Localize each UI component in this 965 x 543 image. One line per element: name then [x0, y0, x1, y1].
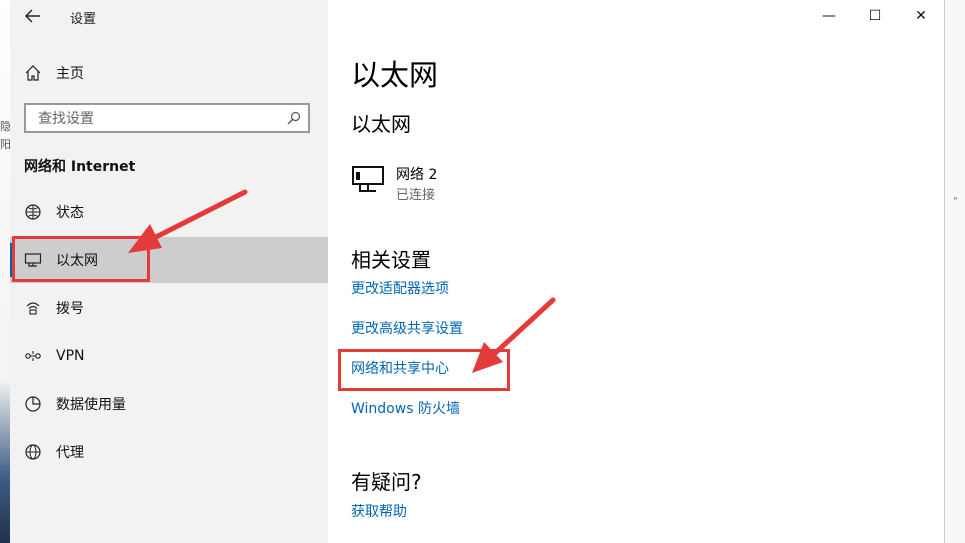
sidebar-item-label: 状态 [56, 205, 84, 221]
sidebar-item-label: 主页 [56, 66, 84, 82]
close-button[interactable]: ✕ [898, 0, 944, 32]
sidebar-item-label: 以太网 [56, 253, 98, 269]
network-status: 已连接 [396, 188, 436, 203]
link-network-sharing-center[interactable]: 网络和共享中心 [351, 358, 449, 378]
link-windows-firewall[interactable]: Windows 防火墙 [351, 398, 460, 418]
sidebar-item-dialup[interactable]: 拨号 [10, 285, 328, 331]
home-icon [25, 65, 41, 81]
section-subtitle: 以太网 [351, 112, 411, 136]
network-name[interactable]: 网络 2 [396, 164, 437, 184]
back-button[interactable] [20, 4, 46, 28]
sidebar-item-ethernet[interactable]: 以太网 [10, 237, 328, 283]
help-heading: 有疑问? [351, 470, 422, 494]
app-title: 设置 [70, 12, 97, 27]
minimize-icon: — [822, 8, 836, 24]
sidebar-item-home[interactable]: 主页 [10, 50, 328, 96]
settings-window: 设置 主页 网络和 Internet 状态 [10, 0, 944, 543]
sidebar-item-label: VPN [56, 348, 85, 364]
related-settings-heading: 相关设置 [351, 248, 431, 272]
search-box[interactable] [24, 103, 310, 133]
sidebar-item-label: 拨号 [56, 301, 84, 317]
dialup-icon [26, 302, 40, 315]
sidebar-item-proxy[interactable]: 代理 [10, 429, 328, 475]
ethernet-monitor-icon [24, 253, 42, 267]
proxy-globe-icon [25, 444, 41, 460]
vpn-icon [25, 351, 41, 361]
back-arrow-icon [25, 9, 40, 23]
link-advanced-sharing[interactable]: 更改高级共享设置 [351, 318, 463, 338]
sidebar-item-data-usage[interactable]: 数据使用量 [10, 381, 328, 427]
status-globe-icon [25, 204, 41, 220]
data-usage-icon [25, 396, 41, 412]
content-pane: — ☐ ✕ 以太网 以太网 网络 2 已连接 相关设置 更改适配器选项 更改高级… [328, 0, 944, 543]
close-icon: ✕ [915, 8, 927, 24]
desktop-background-left: 隐 阳 [0, 0, 11, 543]
search-input[interactable] [36, 108, 280, 130]
titlebar: 设置 [10, 0, 328, 34]
desktop-background-right [944, 0, 965, 543]
sidebar: 设置 主页 网络和 Internet 状态 [10, 0, 328, 543]
link-get-help[interactable]: 获取帮助 [351, 501, 407, 521]
sidebar-item-label: 数据使用量 [56, 397, 126, 413]
link-change-adapter-options[interactable]: 更改适配器选项 [351, 278, 449, 298]
sidebar-item-vpn[interactable]: VPN [10, 333, 328, 379]
desktop-fragment: " [953, 196, 958, 207]
maximize-icon: ☐ [868, 8, 882, 24]
maximize-button[interactable]: ☐ [852, 0, 898, 32]
search-icon [287, 111, 301, 125]
sidebar-item-label: 代理 [56, 445, 84, 461]
page-title: 以太网 [351, 58, 439, 92]
section-title: 网络和 Internet [24, 159, 136, 175]
sidebar-item-status[interactable]: 状态 [10, 189, 328, 235]
selection-indicator [10, 243, 14, 277]
minimize-button[interactable]: — [806, 0, 852, 32]
network-monitor-icon[interactable] [351, 164, 385, 194]
